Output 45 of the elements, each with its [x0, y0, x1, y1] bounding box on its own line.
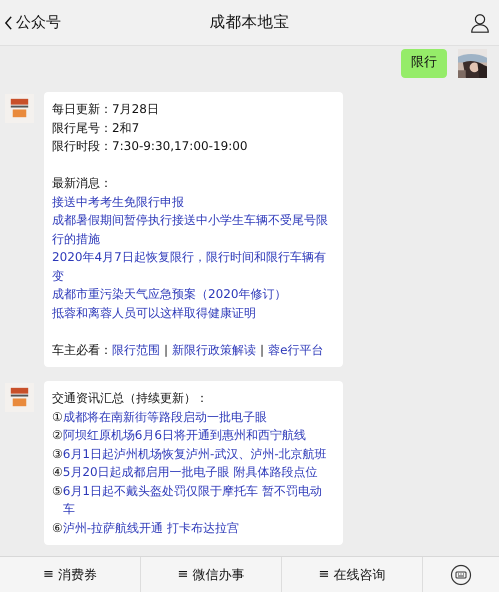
number-marker: ③	[52, 446, 63, 463]
message-link[interactable]: 新限行政策解读	[172, 342, 256, 357]
menu-label: 消费券	[58, 566, 97, 584]
logo-icon	[5, 94, 34, 123]
message-link[interactable]: 阿坝红原机场6月6日将开通到惠州和西宁航线	[62, 426, 333, 445]
message-text: 每日更新：7月28日	[52, 101, 160, 118]
menu-label: 在线咨询	[333, 566, 386, 584]
message-link[interactable]: 成都将在南新街等路段启动一批电子眼	[62, 408, 333, 426]
message-link[interactable]: 泸州-拉萨航线开通 打卡布达拉宫	[62, 518, 333, 538]
number-marker: ⑤	[52, 482, 63, 500]
keyboard-icon[interactable]	[450, 564, 472, 586]
number-marker: ⑥	[52, 520, 63, 537]
message-text: 交通资讯汇总（持续更新）：	[52, 390, 209, 408]
chat-title: 成都本地宝	[208, 12, 290, 33]
message-text: 限行	[411, 54, 437, 72]
message-text: 限行时段：7:30-9:30,17:00-19:00	[52, 138, 249, 155]
message-link[interactable]: 成都暑假期间暂停执行接送中小学生车辆不受尾号限行的措施	[52, 211, 333, 248]
menu-label: 微信办事	[192, 566, 244, 584]
message-text: 限行尾号：2和7	[52, 120, 140, 136]
menu-button[interactable]: ≡ 微信办事	[141, 557, 282, 592]
menu-button[interactable]: ≡ 在线咨询	[282, 557, 423, 592]
menu-icon: ≡	[43, 567, 54, 582]
menu-icon: ≡	[318, 567, 330, 582]
profile-icon[interactable]	[469, 12, 491, 34]
message-text: 最新消息：	[52, 175, 113, 192]
back-button[interactable]: 公众号	[4, 13, 61, 32]
message-link[interactable]: 6月1日起泸州机场恢复泸州-武汉、泸州-北京航班	[62, 444, 333, 464]
chevron-icon	[4, 14, 13, 30]
number-marker: ②	[52, 427, 63, 444]
number-marker: ④	[52, 464, 63, 482]
message-link[interactable]: 接送中考考生免限行申报	[52, 192, 333, 212]
message-link[interactable]: 限行范围	[112, 342, 160, 357]
message-text: 车主必看：	[52, 342, 112, 357]
message-link[interactable]: 5月20日起成都启用一批电子眼 附具体路段点位	[62, 463, 333, 482]
message-link[interactable]: 6月1日起不戴头盔处罚仅限于摩托车 暂不罚电动车	[62, 482, 333, 519]
message-link[interactable]: 成都市重污染天气应急预案（2020年修订）	[52, 285, 333, 304]
menu-button[interactable]: ≡ 消费券	[0, 557, 141, 592]
message-link[interactable]: 2020年4月7日起恢复限行，限行时间和限行车辆有变	[52, 248, 333, 286]
menu-icon: ≡	[178, 567, 188, 582]
message-link[interactable]: 蓉e行平台	[268, 342, 324, 357]
logo-icon	[5, 383, 34, 412]
separator: |	[260, 342, 264, 357]
message-link[interactable]: 抵蓉和离蓉人员可以这样取得健康证明	[52, 304, 333, 322]
separator: |	[164, 342, 168, 357]
number-marker: ①	[52, 408, 63, 426]
